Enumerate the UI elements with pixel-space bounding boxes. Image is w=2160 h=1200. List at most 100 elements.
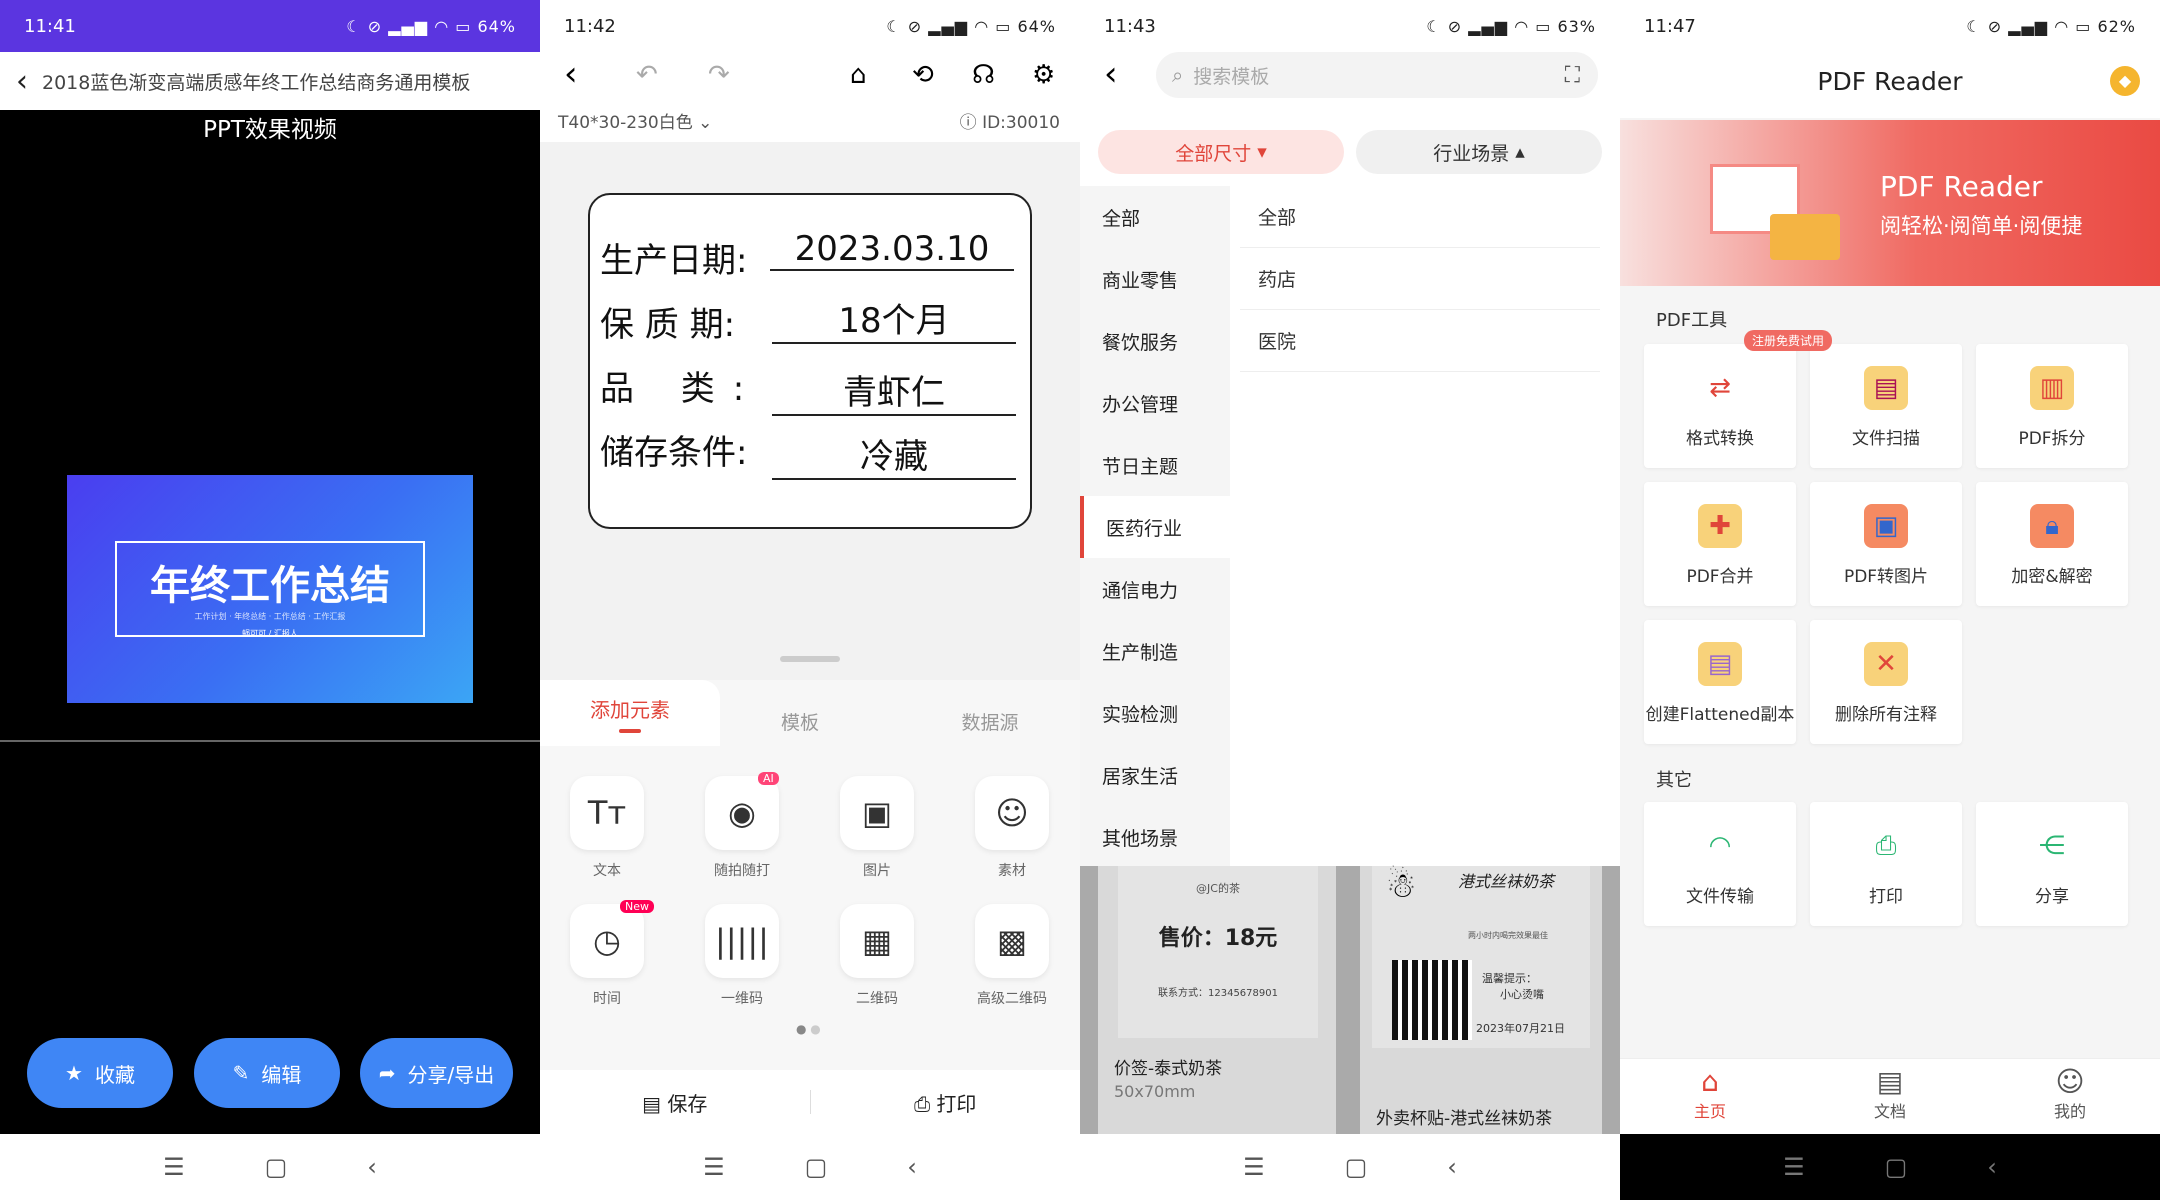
label-canvas[interactable]: 生产日期: 2023.03.10 保 质 期: 18个月 品 类: 青虾仁 储存… — [588, 193, 1032, 529]
back-nav-icon[interactable]: ‹ — [907, 1153, 917, 1181]
save-icon: ▤ — [642, 1091, 662, 1116]
bottom-actions: ▤ 保存 ⎙ 打印 — [540, 1070, 1080, 1134]
home-icon[interactable]: ▢ — [1345, 1153, 1368, 1181]
tool-file-scan[interactable]: ▤ 文件扫描 — [1810, 344, 1962, 468]
category-item[interactable]: 居家生活 — [1080, 744, 1230, 806]
undo-icon[interactable]: ↶ — [636, 60, 658, 90]
print-button[interactable]: ⎙ 打印 — [811, 1088, 1081, 1117]
row-value[interactable]: 18个月 — [772, 293, 1016, 344]
tool-pdf-merge[interactable]: ✚ PDF合并 — [1644, 482, 1796, 606]
toolbar: ‹ ↶ ↷ ⌂ ⟲ ☊ ⚙ T40*30-230白色 ⌄ ⓘ ID:30010 — [540, 52, 1080, 142]
camera-icon: ◉ — [705, 776, 779, 850]
video-progress[interactable] — [0, 740, 540, 742]
tool-image[interactable]: ▣ 图片 — [832, 776, 922, 880]
headset-icon[interactable]: ☊ — [972, 60, 995, 90]
redo-icon[interactable]: ↷ — [708, 60, 730, 90]
category-item[interactable]: 全部 — [1080, 186, 1230, 248]
tool-flatten[interactable]: ▤ 创建Flattened副本 — [1644, 620, 1796, 744]
template-preview: @JC的茶 售价：18元 联系方式：12345678901 — [1118, 866, 1318, 1038]
drag-handle[interactable] — [780, 656, 840, 662]
flatten-icon: ▤ — [1698, 642, 1742, 686]
rotate-icon[interactable]: ⟲ — [912, 60, 934, 90]
other-share[interactable]: ⋲ 分享 — [1976, 802, 2128, 926]
favorite-button[interactable]: ★ 收藏 — [27, 1038, 173, 1108]
tool-barcode[interactable]: ||||| 一维码 — [697, 904, 787, 1008]
row-value[interactable]: 冷藏 — [772, 429, 1016, 480]
status-bar: 11:41 ☾ ⊘ ▂▄▆ ◠ ▭ 64% — [0, 0, 540, 52]
status-icons: ☾ ⊘ ▂▄▆ ◠ ▭ 62% — [1966, 16, 2136, 36]
save-button[interactable]: ▤ 保存 — [540, 1088, 810, 1117]
vip-diamond-icon[interactable]: ◆ — [2110, 66, 2140, 96]
header: ‹ 2018蓝色渐变高端质感年终工作总结商务通用模板 — [0, 52, 540, 110]
slide-preview[interactable]: 年终工作总结 工作计划 · 年终总结 · 工作总结 · 工作汇报 蜗可可 / 汇… — [67, 475, 473, 703]
scan-icon[interactable]: ⛶ — [1565, 63, 1580, 88]
tool-encrypt[interactable]: 🔒︎ 加密&解密 — [1976, 482, 2128, 606]
filter-size[interactable]: 全部尺寸 ▾ — [1098, 130, 1344, 174]
home-icon[interactable]: ▢ — [265, 1153, 288, 1181]
back-nav-icon[interactable]: ‹ — [1987, 1153, 1997, 1181]
back-nav-icon[interactable]: ‹ — [367, 1153, 377, 1181]
tab-add-element[interactable]: 添加元素 — [540, 680, 720, 746]
tool-delete-annotations[interactable]: ✕ 删除所有注释 — [1810, 620, 1962, 744]
subcategory-item[interactable]: 医院 — [1240, 310, 1600, 372]
back-icon[interactable]: ‹ — [16, 64, 28, 99]
tab-documents[interactable]: ▤ 文档 — [1840, 1065, 1940, 1122]
tool-material[interactable]: ☺ 素材 — [967, 776, 1057, 880]
menu-icon[interactable]: ☰ — [703, 1153, 725, 1181]
tool-text[interactable]: Tт 文本 — [562, 776, 652, 880]
row-value[interactable]: 青虾仁 — [772, 365, 1016, 416]
filter-scene[interactable]: 行业场景 ▴ — [1356, 130, 1602, 174]
back-icon[interactable]: ‹ — [564, 54, 578, 94]
row-value[interactable]: 2023.03.10 — [770, 229, 1014, 271]
tab-templates[interactable]: 模板 — [740, 708, 860, 735]
category-item[interactable]: 商业零售 — [1080, 248, 1230, 310]
gear-icon[interactable]: ⚙ — [1032, 60, 1055, 90]
category-item[interactable]: 通信电力 — [1080, 558, 1230, 620]
subcategory-item[interactable]: 全部 — [1240, 186, 1600, 248]
other-file-transfer[interactable]: ◠ 文件传输 — [1644, 802, 1796, 926]
menu-icon[interactable]: ☰ — [1783, 1153, 1805, 1181]
tool-qrcode[interactable]: ▦ 二维码 — [832, 904, 922, 1008]
back-icon[interactable]: ‹ — [1104, 54, 1118, 94]
other-print[interactable]: ⎙ 打印 — [1810, 802, 1962, 926]
category-item[interactable]: 餐饮服务 — [1080, 310, 1230, 372]
status-bar: 11:47 ☾ ⊘ ▂▄▆ ◠ ▭ 62% — [1620, 0, 2160, 52]
home-icon[interactable]: ▢ — [1885, 1153, 1908, 1181]
merge-icon: ✚ — [1698, 504, 1742, 548]
category-item-selected[interactable]: 医药行业 — [1080, 496, 1230, 558]
category-item[interactable]: 生产制造 — [1080, 620, 1230, 682]
tool-pdf-split[interactable]: ▥ PDF拆分 — [1976, 344, 2128, 468]
share-export-button[interactable]: ➦ 分享/导出 — [360, 1038, 513, 1108]
tool-pdf-to-image[interactable]: ▣ PDF转图片 — [1810, 482, 1962, 606]
tab-datasource[interactable]: 数据源 — [920, 708, 1060, 735]
clock-icon: ◷ — [570, 904, 644, 978]
label-spec[interactable]: T40*30-230白色 ⌄ — [558, 108, 712, 133]
slide-subtitle: 工作计划 · 年终总结 · 工作总结 · 工作汇报 — [194, 612, 346, 621]
category-item[interactable]: 实验检测 — [1080, 682, 1230, 744]
back-nav-icon[interactable]: ‹ — [1447, 1153, 1457, 1181]
home-icon[interactable]: ▢ — [805, 1153, 828, 1181]
tool-time[interactable]: ◷ 时间 — [562, 904, 652, 1008]
row-key: 保 质 期: — [600, 305, 736, 345]
edit-button[interactable]: ✎ 编辑 — [194, 1038, 340, 1108]
row-key: 生产日期: — [600, 241, 748, 281]
template-card-price[interactable]: @JC的茶 售价：18元 联系方式：12345678901 价签-泰式奶茶 50… — [1098, 866, 1336, 1134]
tab-home[interactable]: ⌂ 主页 — [1660, 1065, 1760, 1122]
banner[interactable]: PDF Reader 阅轻松·阅简单·阅便捷 — [1620, 120, 2160, 286]
page-title: 2018蓝色渐变高端质感年终工作总结商务通用模板 — [42, 71, 471, 94]
category-item[interactable]: 办公管理 — [1080, 372, 1230, 434]
tool-camera[interactable]: ◉ 随拍随打 — [697, 776, 787, 880]
scan-doc-icon: ▤ — [1864, 366, 1908, 410]
menu-icon[interactable]: ☰ — [163, 1153, 185, 1181]
tab-profile[interactable]: ☺ 我的 — [2020, 1065, 2120, 1122]
category-item[interactable]: 其他场景 — [1080, 806, 1230, 868]
house-icon: ⌂ — [1701, 1065, 1719, 1098]
subcategory-item[interactable]: 药店 — [1240, 248, 1600, 310]
tool-format-convert[interactable]: ⇄ 格式转换 — [1644, 344, 1796, 468]
clean-icon[interactable]: ⌂ — [850, 60, 867, 90]
tool-advanced-qrcode[interactable]: ▩ 高级二维码 — [967, 904, 1057, 1008]
template-card-sticker[interactable]: ☃ 港式丝袜奶茶 两小时内喝完效果最佳 温馨提示： 小心烫嘴 2023年07月2… — [1360, 866, 1602, 1134]
search-input[interactable]: ⌕ 搜索模板 ⛶ — [1156, 52, 1598, 98]
menu-icon[interactable]: ☰ — [1243, 1153, 1265, 1181]
category-item[interactable]: 节日主题 — [1080, 434, 1230, 496]
